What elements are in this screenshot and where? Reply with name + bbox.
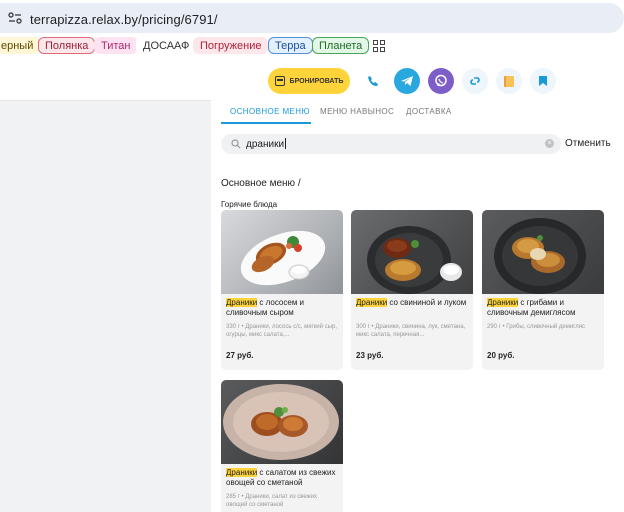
bookmark-icon	[539, 76, 547, 86]
telegram-icon	[401, 76, 413, 86]
phone-icon	[368, 76, 378, 86]
menu-item-card[interactable]: Драники с салатом из свежих овощей со см…	[221, 380, 343, 512]
dish-title: Драники со свининой и луком	[356, 298, 468, 308]
address-bar: terrapizza.relax.by/pricing/6791/	[0, 0, 624, 36]
dish-photo	[482, 210, 604, 294]
menu-item-card[interactable]: Драники с лососем и сливочным сыром 330 …	[221, 210, 343, 370]
bookmark-chip[interactable]: ДОСААФ	[136, 37, 197, 54]
viber-button[interactable]	[428, 68, 454, 94]
active-tab-indicator	[221, 122, 311, 124]
menu-item-card[interactable]: Драники со свининой и луком 300 г • Дран…	[351, 210, 473, 370]
dish-title: Драники с салатом из свежих овощей со см…	[226, 468, 338, 488]
url-text: terrapizza.relax.by/pricing/6791/	[30, 12, 218, 27]
bookmarks-bar: ерный Полянка Титан ДОСААФ Погружение Те…	[0, 36, 624, 60]
dish-photo	[351, 210, 473, 294]
book-icon	[504, 75, 514, 87]
share-link-button[interactable]	[462, 68, 488, 94]
highlighted-term: Драники	[356, 298, 388, 307]
bookmark-chip[interactable]: Полянка	[38, 37, 96, 54]
bookmark-chip[interactable]: Терра	[268, 37, 313, 54]
highlighted-term: Драники	[226, 468, 258, 477]
search-query-text: драники	[246, 139, 285, 150]
book-button[interactable]: БРОНИРОВАТЬ	[268, 68, 350, 94]
site-settings-icon[interactable]	[8, 12, 22, 24]
bookmark-chip[interactable]: ерный	[0, 37, 41, 54]
dish-title: Драники с лососем и сливочным сыром	[226, 298, 338, 318]
url-field[interactable]: terrapizza.relax.by/pricing/6791/	[0, 3, 624, 33]
menu-book-button[interactable]	[496, 68, 522, 94]
dish-price: 20 руб.	[487, 351, 515, 360]
tab-takeaway-menu[interactable]: МЕНЮ НАВЫНОС	[320, 107, 394, 116]
page-content: БРОНИРОВАТЬ ОСНОВНОЕ МЕНЮ МЕНЮ НАВЫНОС Д…	[0, 62, 624, 512]
viber-icon	[435, 74, 447, 87]
category-title: Горячие блюда	[221, 200, 278, 209]
book-button-label: БРОНИРОВАТЬ	[289, 77, 344, 85]
dish-price: 27 руб.	[226, 351, 254, 360]
menu-item-card[interactable]: Драники с грибами и сливочным демиглясом…	[482, 210, 604, 370]
dish-description: 290 г • Грибы, сливочный демигляс	[487, 324, 586, 330]
tab-delivery[interactable]: ДОСТАВКА	[406, 107, 452, 116]
bookmark-chip[interactable]: Титан	[94, 37, 138, 54]
text-cursor	[285, 138, 287, 149]
dish-photo	[221, 210, 343, 294]
cancel-search-button[interactable]: Отменить	[565, 138, 611, 149]
search-icon	[231, 139, 241, 149]
dish-price: 23 руб.	[356, 351, 384, 360]
dish-description: 300 г • Драники, свинина, лук, сметана, …	[356, 324, 466, 338]
tab-main-menu[interactable]: ОСНОВНОЕ МЕНЮ	[230, 107, 310, 116]
dish-photo	[221, 380, 343, 464]
bookmark-button[interactable]	[530, 68, 556, 94]
search-field[interactable]: драники	[221, 134, 561, 154]
site-header: БРОНИРОВАТЬ	[0, 62, 624, 101]
search-input[interactable]: драники	[246, 138, 287, 150]
highlighted-term: Драники	[226, 298, 258, 307]
link-icon	[470, 77, 480, 85]
highlighted-term: Драники	[487, 298, 519, 307]
dish-description: 330 г • Драники, лосось с/с, мягкий сыр,…	[226, 324, 337, 338]
dish-title-rest: со свининой и луком	[387, 298, 467, 307]
bookmark-chip[interactable]: Погружение	[193, 37, 269, 54]
breadcrumb[interactable]: Основное меню /	[221, 178, 301, 189]
calendar-icon	[274, 76, 285, 86]
menu-panel: ОСНОВНОЕ МЕНЮ МЕНЮ НАВЫНОС ДОСТАВКА дран…	[211, 100, 624, 512]
apps-grid-icon[interactable]	[373, 40, 385, 52]
dish-title: Драники с грибами и сливочным демиглясом	[487, 298, 599, 318]
telegram-button[interactable]	[394, 68, 420, 94]
clear-search-icon[interactable]: ×	[545, 139, 554, 148]
phone-button[interactable]	[360, 68, 386, 94]
dish-description: 285 г • Драники, салат из свежих овощей …	[226, 494, 317, 508]
bookmark-chip[interactable]: Планета	[312, 37, 370, 54]
